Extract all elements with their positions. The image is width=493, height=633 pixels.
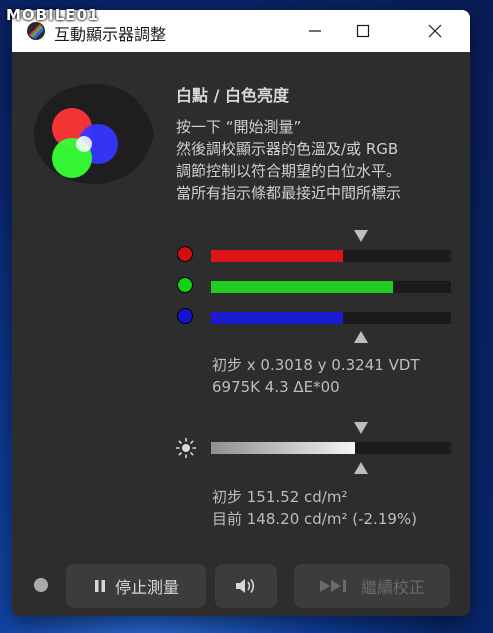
pause-icon [94,580,105,592]
sound-button[interactable] [215,564,277,608]
continue-calibration-button[interactable]: 繼續校正 [294,564,450,608]
brightness-initial: 初步 151.52 cd/m² [212,488,348,506]
skip-forward-icon [319,580,346,592]
minimize-button[interactable] [292,10,338,52]
window-title: 互動顯示器調整 [54,25,167,44]
green-bar-fill [211,281,394,293]
blue-bar [211,312,451,324]
speaker-icon [236,579,255,593]
stop-measurement-button[interactable]: 停止測量 [66,564,206,608]
blue-dot-icon [177,308,193,324]
instructions-text: 按一下 “開始測量” 然後調校顯示器的色溫及/或 RGB 調節控制以符合期望的白… [176,116,466,204]
stop-measurement-label: 停止測量 [114,578,179,597]
red-dot-icon [177,246,193,262]
instruction-line: 當所有指示條都最接近中間所標示 [176,184,402,202]
minimize-icon [309,30,321,32]
instruction-line: 調節控制以符合期望的白位水平。 [176,162,402,180]
rgb-logo-icon [30,74,158,194]
status-indicator [34,578,48,592]
rgb-readout-line: 6975K 4.3 ΔE*00 [212,378,340,396]
brightness-marker-bottom-icon [354,462,368,474]
target-marker-top-icon [354,230,368,242]
red-bar-fill [211,250,343,262]
brightness-bar [211,442,451,454]
rgb-readout-line: 初步 x 0.3018 y 0.3241 VDT [212,356,420,374]
close-button[interactable] [412,10,458,52]
green-dot-icon [177,277,193,293]
calibration-window: 互動顯示器調整 白點 / 白色亮度 按一下 “開始測量” 然後調校顯示器的色溫及… [12,10,470,616]
continue-calibration-label: 繼續校正 [360,578,425,597]
sun-icon [175,437,197,463]
blue-bar-fill [211,312,343,324]
target-marker-bottom-icon [354,331,368,343]
watermark-logo: MOBILE01 [6,6,100,24]
maximize-icon [356,24,370,38]
maximize-button[interactable] [340,10,386,52]
green-bar [211,281,451,293]
brightness-current: 目前 148.20 cd/m² (-2.19%) [212,510,418,528]
instruction-line: 按一下 “開始測量” [176,118,302,136]
brightness-marker-top-icon [354,422,368,434]
instruction-line: 然後調校顯示器的色溫及/或 RGB [176,140,399,158]
close-icon [428,24,442,38]
red-bar [211,250,451,262]
calibration-panel: 白點 / 白色亮度 按一下 “開始測量” 然後調校顯示器的色溫及/或 RGB 調… [12,52,470,616]
section-heading: 白點 / 白色亮度 [176,86,289,105]
app-icon [26,21,46,41]
brightness-bar-fill [211,442,355,454]
